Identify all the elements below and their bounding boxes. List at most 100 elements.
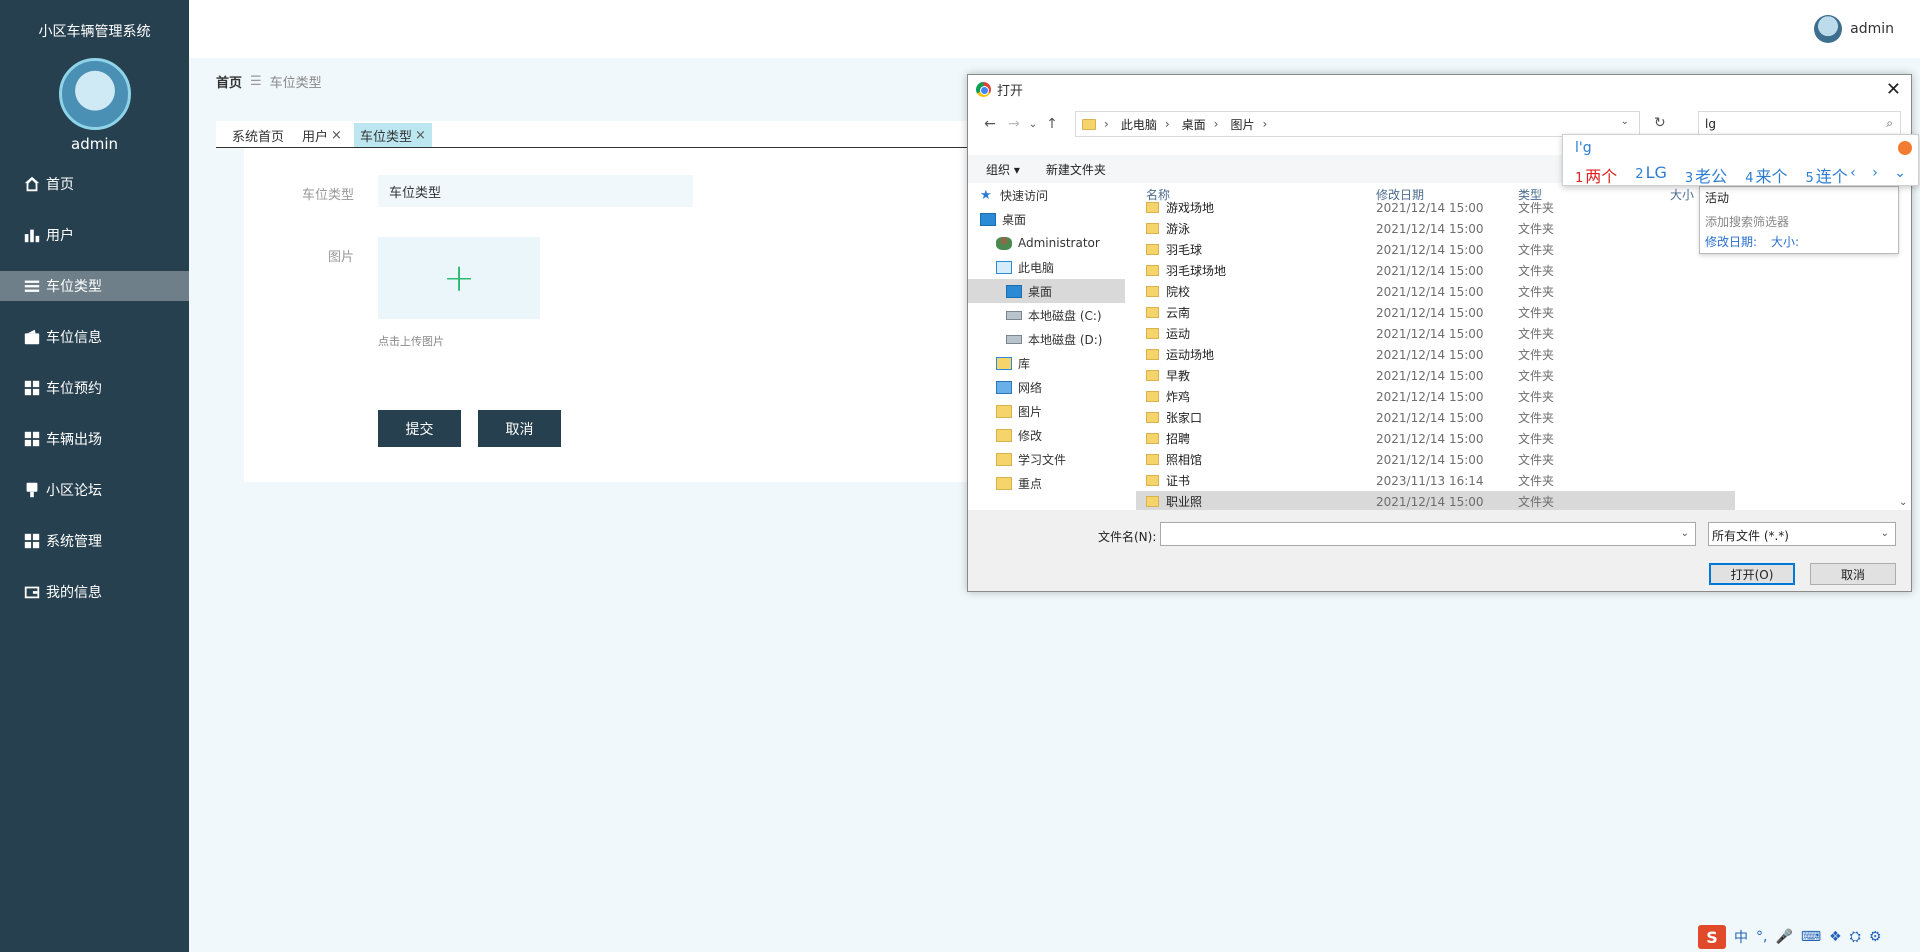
ime-candidate[interactable]: 1 两个: [1575, 163, 1617, 187]
sidebar-item[interactable]: 车辆出场: [0, 424, 189, 454]
nav-pane-item[interactable]: 网络: [968, 375, 1125, 399]
path-segment[interactable]: 图片: [1230, 116, 1254, 133]
settings-icon[interactable]: ⚙: [1869, 929, 1882, 945]
chevron-down-icon[interactable]: ⌄: [1621, 116, 1629, 127]
sidebar-item[interactable]: 车位信息: [0, 322, 189, 352]
sidebar-item-label: 我的信息: [46, 585, 102, 601]
scrollbar[interactable]: ⌄: [1897, 183, 1911, 556]
keyboard-icon[interactable]: ⌨: [1801, 929, 1821, 945]
nav-pane-item[interactable]: 修改: [968, 423, 1125, 447]
sidebar-item[interactable]: 首页: [0, 169, 189, 199]
grid-icon: [22, 532, 42, 550]
new-folder-button[interactable]: 新建文件夹: [1046, 161, 1106, 178]
ime-candidates: 1 两个 2 LG 3 老公 4 来个 5 连个: [1575, 163, 1848, 187]
file-row[interactable]: 院校 2021/12/14 15:00 文件夹: [1136, 281, 1901, 302]
submit-button[interactable]: 提交: [378, 410, 461, 447]
sidebar-item[interactable]: 小区论坛: [0, 475, 189, 505]
chevron-down-icon[interactable]: ⌄: [1899, 497, 1907, 508]
tab[interactable]: 系统首页: [226, 123, 290, 147]
nav-pane-item[interactable]: 桌面: [968, 207, 1125, 231]
language-toggle[interactable]: 中: [1734, 927, 1748, 947]
tab-label: 车位类型: [359, 129, 412, 145]
file-row[interactable]: 羽毛球场地 2021/12/14 15:00 文件夹: [1136, 260, 1901, 281]
nav-pane-item[interactable]: 重点: [968, 471, 1125, 495]
nav-pane-label: 桌面: [1028, 284, 1053, 299]
sogou-logo-icon[interactable]: S: [1698, 925, 1726, 949]
open-button[interactable]: 打开(O): [1709, 563, 1795, 585]
file-date: 2021/12/14 15:00: [1376, 305, 1484, 320]
chevron-down-icon[interactable]: ⌄: [1681, 528, 1689, 539]
app-title: 小区车辆管理系统: [38, 24, 151, 40]
forward-arrow-icon[interactable]: →: [1002, 116, 1026, 132]
nav-pane-item[interactable]: Administrator: [968, 231, 1125, 255]
organize-button[interactable]: 组织 ▾: [986, 161, 1020, 178]
ime-candidate-text: 老公: [1695, 167, 1728, 186]
chevron-right-icon: ›: [1213, 117, 1219, 131]
address-bar[interactable]: › 此电脑 › 桌面 › 图片 › ⌄: [1075, 111, 1640, 137]
close-icon[interactable]: ×: [415, 128, 426, 143]
ime-candidate[interactable]: 3 老公: [1685, 163, 1727, 187]
menu-icon: ☰: [250, 74, 262, 89]
ime-candidate[interactable]: 4 来个: [1745, 163, 1787, 187]
file-row[interactable]: 张家口 2021/12/14 15:00 文件夹: [1136, 407, 1901, 428]
back-arrow-icon[interactable]: ←: [978, 116, 1002, 132]
sidebar-item[interactable]: 车位类型: [0, 271, 189, 301]
ime-candidate[interactable]: 5 连个: [1805, 163, 1847, 187]
game-icon[interactable]: ⛭: [1850, 929, 1861, 945]
ime-page-arrows[interactable]: ‹ › ⌄: [1850, 165, 1912, 181]
file-row[interactable]: 运动场地 2021/12/14 15:00 文件夹: [1136, 344, 1901, 365]
cancel-button[interactable]: 取消: [478, 410, 561, 447]
file-row[interactable]: 证书 2023/11/13 16:14 文件夹: [1136, 470, 1901, 491]
sidebar-item[interactable]: 用户: [0, 220, 189, 250]
filter-size[interactable]: 大小:: [1771, 233, 1799, 250]
ime-candidate[interactable]: 2 LG: [1635, 163, 1667, 187]
user-menu[interactable]: admin: [1814, 15, 1894, 43]
file-row[interactable]: 炸鸡 2021/12/14 15:00 文件夹: [1136, 386, 1901, 407]
nav-pane-item[interactable]: ★ 快速访问: [968, 183, 1125, 207]
file-row[interactable]: 招聘 2021/12/14 15:00 文件夹: [1136, 428, 1901, 449]
close-icon[interactable]: ✕: [1886, 79, 1901, 100]
folder-icon: [1146, 202, 1159, 213]
upload-tip: 点击上传图片: [378, 335, 444, 348]
nav-pane-item[interactable]: 库: [968, 351, 1125, 375]
nav-pane-item[interactable]: 本地磁盘 (C:): [968, 303, 1125, 327]
skin-icon[interactable]: ❖: [1829, 929, 1842, 945]
path-segment[interactable]: 桌面: [1182, 116, 1206, 133]
nav-pane-item[interactable]: 此电脑: [968, 255, 1125, 279]
image-upload[interactable]: +: [378, 237, 540, 319]
search-icon[interactable]: ⌕: [1886, 116, 1893, 131]
sidebar-item[interactable]: 系统管理: [0, 526, 189, 556]
nav-pane-item[interactable]: 学习文件: [968, 447, 1125, 471]
file-row[interactable]: 运动 2021/12/14 15:00 文件夹: [1136, 323, 1901, 344]
mic-icon[interactable]: 🎤: [1775, 929, 1792, 945]
recent-dropdown-icon[interactable]: ⌄: [1026, 119, 1040, 130]
file-row[interactable]: 云南 2021/12/14 15:00 文件夹: [1136, 302, 1901, 323]
punctuation-toggle[interactable]: °,: [1756, 929, 1767, 945]
filetype-select[interactable]: 所有文件 (*.*) ⌄: [1708, 522, 1896, 546]
ime-candidate-number: 3: [1684, 171, 1694, 186]
filename-input[interactable]: ⌄: [1160, 522, 1696, 546]
tab[interactable]: 车位类型 ×: [353, 123, 432, 147]
dialog-cancel-button[interactable]: 取消: [1810, 563, 1896, 585]
close-icon[interactable]: ×: [331, 128, 342, 143]
nav-pane-item[interactable]: 桌面: [968, 279, 1125, 303]
file-row[interactable]: 照相馆 2021/12/14 15:00 文件夹: [1136, 449, 1901, 470]
file-row[interactable]: 职业照 2021/12/14 15:00 文件夹: [1136, 491, 1735, 510]
file-type: 文件夹: [1518, 243, 1555, 257]
refresh-icon[interactable]: ↻: [1654, 115, 1666, 131]
type-input[interactable]: [378, 175, 693, 207]
up-arrow-icon[interactable]: ↑: [1040, 116, 1064, 132]
file-row[interactable]: 早教 2021/12/14 15:00 文件夹: [1136, 365, 1901, 386]
filter-modified[interactable]: 修改日期:: [1705, 233, 1757, 250]
breadcrumb-home[interactable]: 首页: [216, 72, 242, 91]
nav-pane-item[interactable]: 图片: [968, 399, 1125, 423]
nav-pane-item[interactable]: 本地磁盘 (D:): [968, 327, 1125, 351]
sidebar-item[interactable]: 车位预约: [0, 373, 189, 403]
sidebar-item[interactable]: 我的信息: [0, 577, 189, 607]
suggestion-item[interactable]: 活动: [1705, 189, 1729, 206]
path-segment[interactable]: 此电脑: [1121, 116, 1157, 133]
tab[interactable]: 用户 ×: [296, 123, 348, 147]
ime-candidate-text: 连个: [1815, 167, 1848, 186]
file-date: 2021/12/14 15:00: [1376, 389, 1484, 404]
disk-icon: [1006, 334, 1022, 344]
